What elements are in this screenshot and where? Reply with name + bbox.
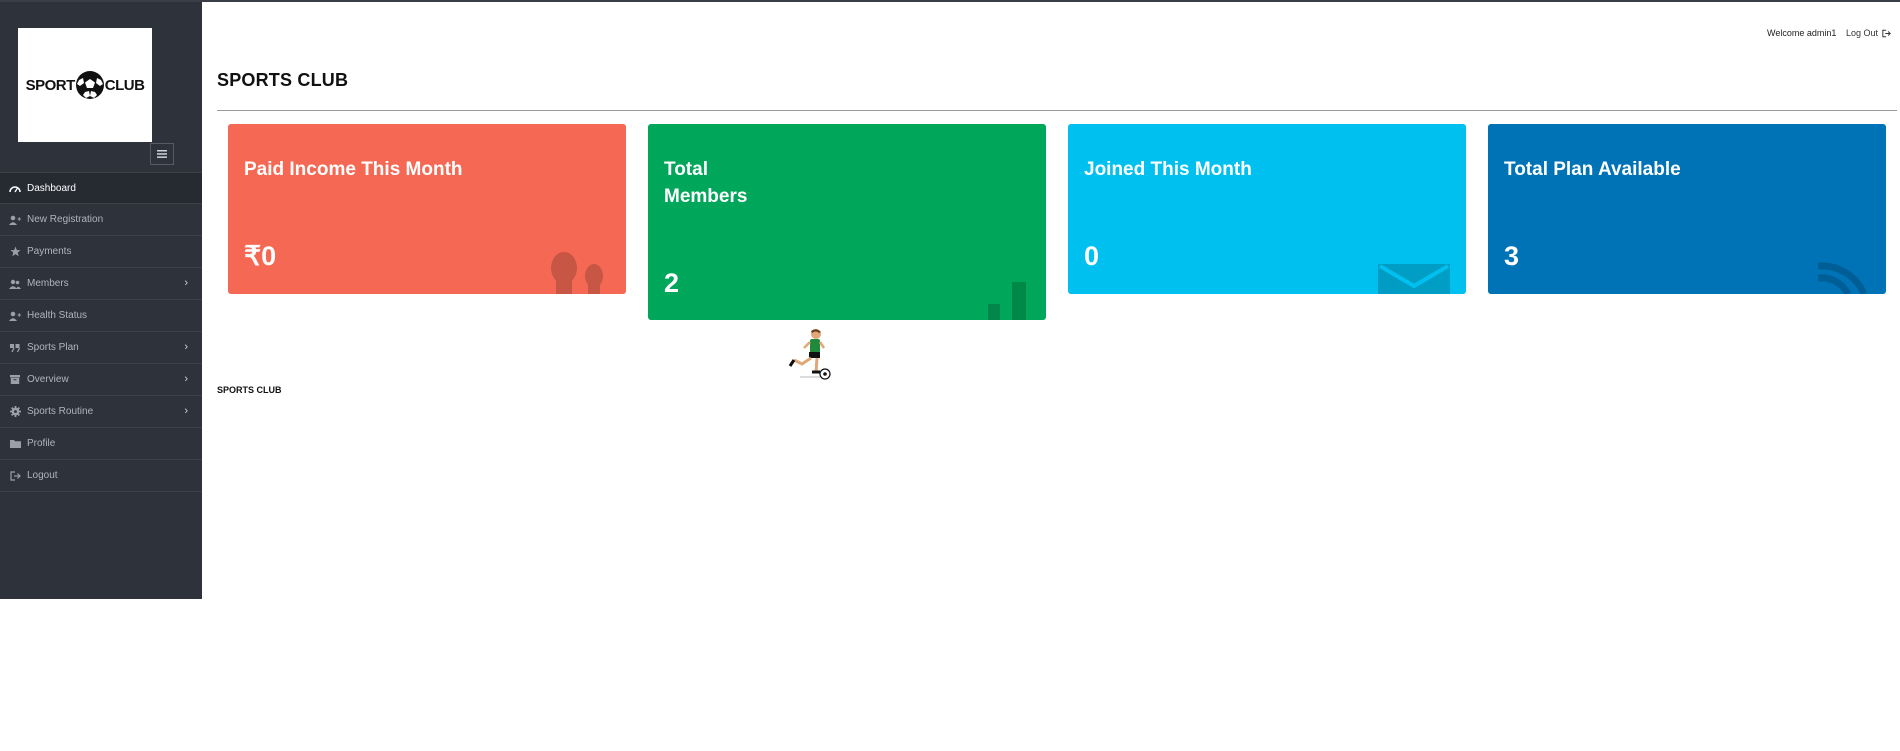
page-title: SPORTS CLUB: [217, 70, 349, 90]
card-total-members[interactable]: Total Members 2: [648, 124, 1046, 320]
sidebar-item-members[interactable]: Members ›: [0, 268, 202, 300]
soccer-player-image: [788, 329, 831, 380]
sidebar-item-sports-plan[interactable]: Sports Plan ›: [0, 332, 202, 364]
welcome-text: Welcome admin1: [1767, 28, 1837, 38]
sidebar-item-label: Health Status: [27, 310, 88, 321]
card-title: Paid Income This Month: [244, 159, 463, 180]
sidebar-item-label: Sports Plan: [27, 342, 79, 353]
sidebar-item-label: Logout: [27, 470, 58, 481]
sidebar-item-overview[interactable]: Overview ›: [0, 364, 202, 396]
card-value: 3: [1504, 241, 1520, 271]
sidebar-toggle-button[interactable]: [150, 143, 174, 165]
title-divider: [217, 110, 1897, 111]
sidebar: SPORT CLUB Dashboard New Registration Pa…: [0, 2, 202, 599]
star-icon: [9, 246, 21, 258]
sidebar-menu: Dashboard New Registration Payments Memb…: [0, 172, 202, 492]
dashboard-icon: [9, 182, 21, 194]
sidebar-item-label: Members: [27, 278, 69, 289]
rss-icon: [1818, 262, 1868, 294]
header-logout-link[interactable]: Log Out: [1846, 28, 1891, 38]
card-value: ₹0: [244, 241, 277, 271]
sidebar-item-payments[interactable]: Payments: [0, 236, 202, 268]
card-title: Total Members: [664, 156, 747, 210]
top-border: [0, 0, 1900, 2]
sign-out-icon: [9, 470, 21, 482]
card-title: Total Plan Available: [1504, 159, 1681, 180]
hamburger-icon: [157, 150, 167, 158]
card-title-line1: Total: [664, 159, 708, 180]
logout-label: Log Out: [1846, 28, 1879, 38]
chevron-right-icon: ›: [184, 277, 188, 289]
sidebar-item-label: Payments: [27, 246, 72, 257]
sidebar-item-label: Sports Routine: [27, 406, 94, 417]
footer-text: SPORTS CLUB: [217, 385, 282, 395]
quote-icon: [9, 342, 21, 354]
sidebar-item-label: New Registration: [27, 214, 104, 225]
chevron-right-icon: ›: [184, 341, 188, 353]
sidebar-item-health-status[interactable]: Health Status: [0, 300, 202, 332]
sidebar-item-sports-routine[interactable]: Sports Routine ›: [0, 396, 202, 428]
club-logo[interactable]: SPORT CLUB: [18, 28, 152, 142]
users-icon: [9, 278, 21, 290]
soccer-ball-icon: [75, 71, 104, 99]
sidebar-item-label: Profile: [27, 438, 56, 449]
sidebar-item-new-registration[interactable]: New Registration: [0, 204, 202, 236]
user-plus-icon: [9, 214, 21, 226]
chevron-right-icon: ›: [184, 373, 188, 385]
card-joined-this-month[interactable]: Joined This Month 0: [1068, 124, 1466, 294]
card-paid-income[interactable]: Paid Income This Month ₹0: [228, 124, 626, 294]
card-total-plan-available[interactable]: Total Plan Available 3: [1488, 124, 1886, 294]
chevron-right-icon: ›: [184, 405, 188, 417]
envelope-icon: [1378, 264, 1450, 294]
folder-icon: [9, 438, 21, 450]
sidebar-item-logout[interactable]: Logout: [0, 460, 202, 492]
people-icon: [551, 252, 603, 294]
user-plus-icon: [9, 310, 21, 322]
card-value: 0: [1084, 241, 1100, 271]
sidebar-item-profile[interactable]: Profile: [0, 428, 202, 460]
sidebar-item-label: Overview: [27, 374, 69, 385]
logo-text-left: SPORT: [25, 76, 76, 94]
logo-text-right: CLUB: [104, 76, 145, 94]
gear-icon: [9, 406, 21, 418]
archive-icon: [9, 374, 21, 386]
bar-chart-icon: [988, 282, 1026, 320]
sign-out-icon: [1882, 29, 1891, 37]
sidebar-item-dashboard[interactable]: Dashboard: [0, 172, 202, 204]
card-value: 2: [664, 268, 680, 298]
card-title: Joined This Month: [1084, 159, 1252, 180]
sidebar-item-label: Dashboard: [27, 182, 76, 194]
card-title-line2: Members: [664, 186, 748, 207]
